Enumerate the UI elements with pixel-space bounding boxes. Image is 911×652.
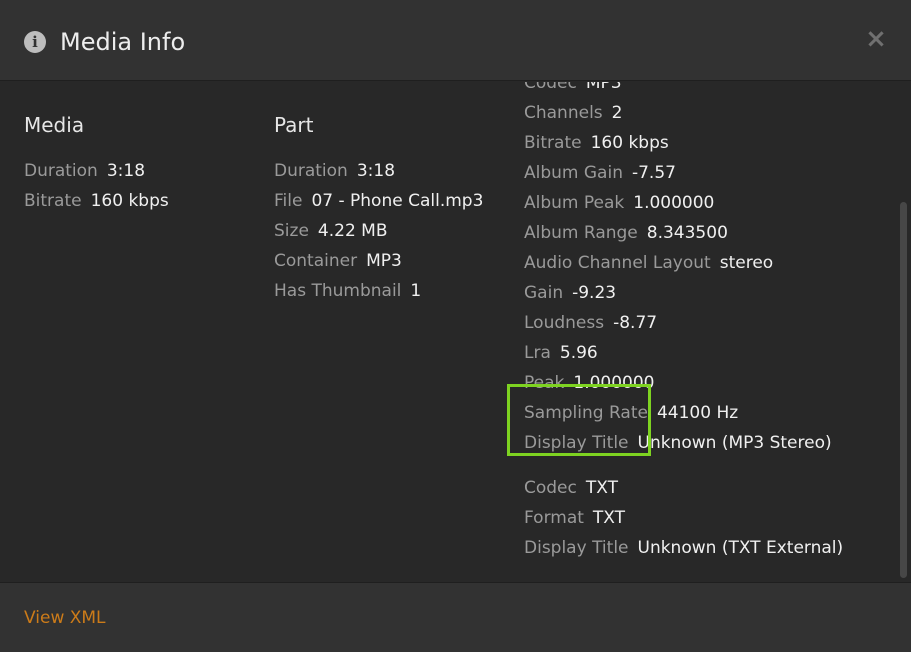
highlight-box: [507, 384, 651, 456]
field-label: Bitrate: [524, 133, 582, 153]
field-label: Gain: [524, 283, 564, 303]
field-label: Format: [524, 508, 584, 528]
media-heading: Media: [24, 113, 85, 137]
field-label: Codec: [524, 82, 577, 93]
field-label: Has Thumbnail: [274, 281, 402, 301]
field-label: Lra: [524, 343, 551, 363]
field-value: 160 kbps: [90, 191, 169, 211]
audio-codec-row: Codec MP3: [524, 82, 622, 98]
audio-gain-row: Gain -9.23: [524, 278, 616, 308]
field-value: TXT: [592, 508, 626, 528]
audio-album-gain-row: Album Gain -7.57: [524, 158, 676, 188]
field-label: Loudness: [524, 313, 605, 333]
scrollbar-thumb[interactable]: [900, 202, 907, 578]
field-value: MP3: [366, 251, 402, 271]
part-heading: Part: [274, 113, 314, 137]
field-label: Display Title: [524, 538, 629, 558]
subtitle-display-title-row: Display Title Unknown (TXT External): [524, 533, 843, 563]
audio-channel-layout-row: Audio Channel Layout stereo: [524, 248, 773, 278]
field-label: Album Gain: [524, 163, 623, 183]
field-label: Duration: [24, 161, 98, 181]
audio-album-range-row: Album Range 8.343500: [524, 218, 728, 248]
field-value: -9.23: [572, 283, 617, 303]
field-label: Duration: [274, 161, 348, 181]
media-duration-row: Duration 3:18: [24, 156, 145, 186]
field-label: Album Range: [524, 223, 638, 243]
field-value: -7.57: [631, 163, 676, 183]
info-icon: i: [24, 31, 46, 53]
media-info-dialog: i Media Info × Media Duration 3:18 Bitrat…: [0, 0, 911, 652]
dialog-body[interactable]: Media Duration 3:18 Bitrate 160 kbps Part …: [0, 82, 911, 582]
part-container-row: Container MP3: [274, 246, 402, 276]
audio-album-peak-row: Album Peak 1.000000: [524, 188, 714, 218]
field-label: Channels: [524, 103, 603, 123]
field-value: TXT: [585, 478, 618, 498]
field-value: -8.77: [613, 313, 658, 333]
part-file-row: File 07 - Phone Call.mp3: [274, 186, 483, 216]
audio-loudness-row: Loudness -8.77: [524, 308, 657, 338]
field-label: Album Peak: [524, 193, 625, 213]
field-value: MP3: [585, 82, 622, 93]
audio-lra-row: Lra 5.96: [524, 338, 598, 368]
view-xml-link[interactable]: View XML: [24, 606, 106, 630]
field-value: 44100 Hz: [656, 403, 739, 423]
field-label: Bitrate: [24, 191, 82, 211]
subtitle-format-row: Format TXT: [524, 503, 625, 533]
dialog-footer: View XML: [0, 582, 911, 652]
field-label: Size: [274, 221, 309, 241]
audio-bitrate-row: Bitrate 160 kbps: [524, 128, 669, 158]
dialog-title: Media Info: [60, 28, 186, 56]
close-button[interactable]: ×: [864, 26, 888, 52]
part-has-thumbnail-row: Has Thumbnail 1: [274, 276, 421, 306]
field-value: 2: [611, 103, 623, 123]
field-value: 07 - Phone Call.mp3: [311, 191, 484, 211]
field-value: 3:18: [106, 161, 146, 181]
field-value: 4.22 MB: [317, 221, 388, 241]
audio-channels-row: Channels 2: [524, 98, 622, 128]
field-value: 1.000000: [633, 193, 715, 213]
field-value: 160 kbps: [590, 133, 669, 153]
field-label: File: [274, 191, 303, 211]
part-size-row: Size 4.22 MB: [274, 216, 388, 246]
field-value: stereo: [719, 253, 774, 273]
field-value: 3:18: [356, 161, 396, 181]
media-bitrate-row: Bitrate 160 kbps: [24, 186, 169, 216]
field-value: Unknown (MP3 Stereo): [637, 433, 832, 453]
field-value: 8.343500: [646, 223, 728, 243]
field-value: 5.96: [559, 343, 598, 363]
part-duration-row: Duration 3:18: [274, 156, 395, 186]
field-label: Container: [274, 251, 358, 271]
field-label: Codec: [524, 478, 577, 498]
dialog-header: i Media Info ×: [0, 0, 911, 81]
subtitle-codec-row: Codec TXT: [524, 473, 618, 503]
field-value: 1: [410, 281, 422, 301]
field-value: Unknown (TXT External): [637, 538, 844, 558]
field-label: Audio Channel Layout: [524, 253, 711, 273]
